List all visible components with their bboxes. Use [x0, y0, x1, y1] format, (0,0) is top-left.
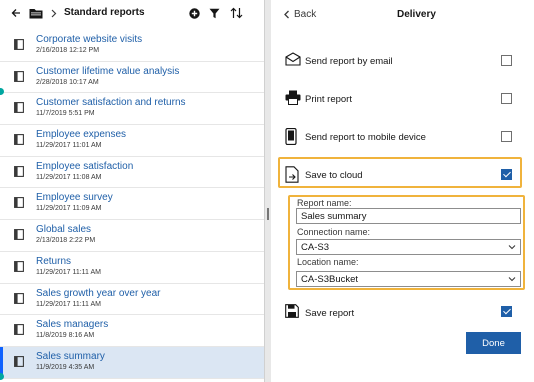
chevron-down-icon: [508, 245, 516, 250]
report-list-item[interactable]: Customer lifetime value analysis 2/28/201…: [0, 62, 264, 94]
option-save-report[interactable]: Save report: [283, 304, 523, 326]
report-date: 11/29/2017 11:11 AM: [36, 268, 101, 276]
report-icon: [14, 355, 24, 367]
breadcrumb-current: Standard reports: [64, 7, 145, 18]
report-name[interactable]: Sales growth year over year: [36, 287, 161, 300]
report-name[interactable]: Sales managers: [36, 318, 108, 331]
report-list-item[interactable]: Returns 11/29/2017 11:11 AM: [0, 252, 264, 284]
report-icon: [14, 39, 24, 50]
panel-splitter[interactable]: [264, 0, 271, 382]
report-icon: [14, 70, 24, 82]
report-list-item[interactable]: Sales managers 11/8/2019 8:16 AM: [0, 315, 264, 347]
report-list-item[interactable]: Corporate website visits 2/16/2018 12:12 …: [0, 30, 264, 62]
connection-name-label: Connection name:: [297, 227, 371, 237]
report-icon: [14, 165, 24, 177]
report-date: 11/8/2019 8:16 AM: [36, 332, 95, 340]
option-print-label: Print report: [305, 94, 352, 105]
chevron-left-icon: [284, 10, 289, 19]
mobile-checkbox[interactable]: [501, 131, 512, 142]
filter-icon[interactable]: [208, 6, 220, 20]
connection-name-value: CA-S3: [301, 242, 329, 253]
report-date: 2/28/2018 10:17 AM: [36, 78, 99, 86]
save-to-cloud-icon: [285, 166, 301, 184]
report-list-item[interactable]: Sales growth year over year 11/29/2017 11…: [0, 284, 264, 316]
report-list-panel: Standard reports Corporate website visit…: [0, 0, 264, 382]
back-label: Back: [294, 9, 317, 20]
back-button[interactable]: Back: [283, 9, 316, 20]
report-name[interactable]: Employee expenses: [36, 128, 126, 141]
report-list-item[interactable]: Employee expenses 11/29/2017 11:01 AM: [0, 125, 264, 157]
option-save-label: Save report: [305, 308, 355, 319]
option-cloud[interactable]: Save to cloud: [283, 166, 523, 188]
email-icon: [285, 52, 301, 70]
report-list-item[interactable]: Employee satisfaction 11/29/2017 11:08 AM: [0, 157, 264, 189]
report-date: 11/7/2019 5:51 PM: [36, 110, 95, 118]
report-icon: [14, 229, 24, 241]
report-name[interactable]: Customer satisfaction and returns: [36, 96, 186, 109]
location-name-value: CA-S3Bucket: [301, 274, 359, 285]
report-icon: [14, 324, 24, 336]
panel-title: Delivery: [397, 9, 436, 20]
option-email-label: Send report by email: [305, 56, 393, 67]
report-date: 11/9/2019 4:35 AM: [36, 363, 95, 371]
report-name[interactable]: Sales summary: [36, 350, 105, 363]
done-button[interactable]: Done: [466, 332, 521, 354]
report-date: 11/29/2017 11:01 AM: [36, 142, 102, 150]
report-name[interactable]: Customer lifetime value analysis: [36, 65, 179, 78]
report-list-item[interactable]: Customer satisfaction and returns 11/7/20…: [0, 93, 264, 126]
option-email[interactable]: Send report by email: [283, 52, 523, 74]
option-mobile-label: Send report to mobile device: [305, 132, 426, 143]
report-name[interactable]: Employee survey: [36, 191, 113, 204]
list-toolbar: Standard reports: [0, 0, 264, 26]
folder-icon[interactable]: [28, 6, 44, 20]
report-icon: [14, 102, 24, 114]
location-name-label: Location name:: [297, 257, 359, 267]
report-date: 2/13/2018 2:22 PM: [36, 237, 96, 245]
save-report-checkbox[interactable]: [501, 306, 512, 317]
connection-name-select[interactable]: CA-S3: [296, 239, 521, 255]
report-list-item[interactable]: Global sales 2/13/2018 2:22 PM: [0, 220, 264, 252]
report-name[interactable]: Global sales: [36, 223, 91, 236]
report-name-label: Report name:: [297, 198, 352, 208]
report-date: 11/29/2017 11:11 AM: [36, 300, 101, 308]
report-name[interactable]: Employee satisfaction: [36, 160, 133, 173]
save-disk-icon: [285, 304, 301, 322]
report-name[interactable]: Corporate website visits: [36, 33, 142, 46]
location-name-select[interactable]: CA-S3Bucket: [296, 271, 521, 287]
printer-icon: [285, 90, 301, 108]
print-checkbox[interactable]: [501, 93, 512, 104]
report-date: 11/29/2017 11:09 AM: [36, 205, 102, 213]
report-icon: [14, 134, 24, 146]
mobile-device-icon: [285, 127, 301, 146]
report-date: 11/29/2017 11:08 AM: [36, 173, 102, 181]
sort-icon[interactable]: [229, 6, 243, 20]
add-icon[interactable]: [188, 6, 200, 20]
option-mobile[interactable]: Send report to mobile device: [283, 127, 523, 150]
option-print[interactable]: Print report: [283, 90, 523, 112]
report-list-item[interactable]: Sales summary 11/9/2019 4:35 AM: [0, 346, 264, 379]
splitter-grip-icon[interactable]: [267, 208, 269, 220]
email-checkbox[interactable]: [501, 55, 512, 66]
report-icon: [14, 260, 24, 272]
option-cloud-label: Save to cloud: [305, 170, 363, 181]
report-list-item[interactable]: Employee survey 11/29/2017 11:09 AM: [0, 188, 264, 221]
cloud-checkbox[interactable]: [501, 169, 512, 180]
chevron-right-icon: [50, 6, 58, 20]
report-date: 2/16/2018 12:12 PM: [36, 47, 100, 54]
report-list: Corporate website visits 2/16/2018 12:12 …: [0, 30, 264, 379]
report-name-input[interactable]: Sales summary: [296, 208, 521, 224]
delivery-panel: Back Delivery Send report by email Print…: [271, 0, 534, 382]
report-name[interactable]: Returns: [36, 255, 71, 268]
back-arrow-icon[interactable]: [10, 6, 22, 20]
chevron-down-icon: [508, 277, 516, 282]
report-icon: [14, 197, 24, 209]
marker-dot: [0, 373, 4, 380]
report-icon: [14, 292, 24, 304]
